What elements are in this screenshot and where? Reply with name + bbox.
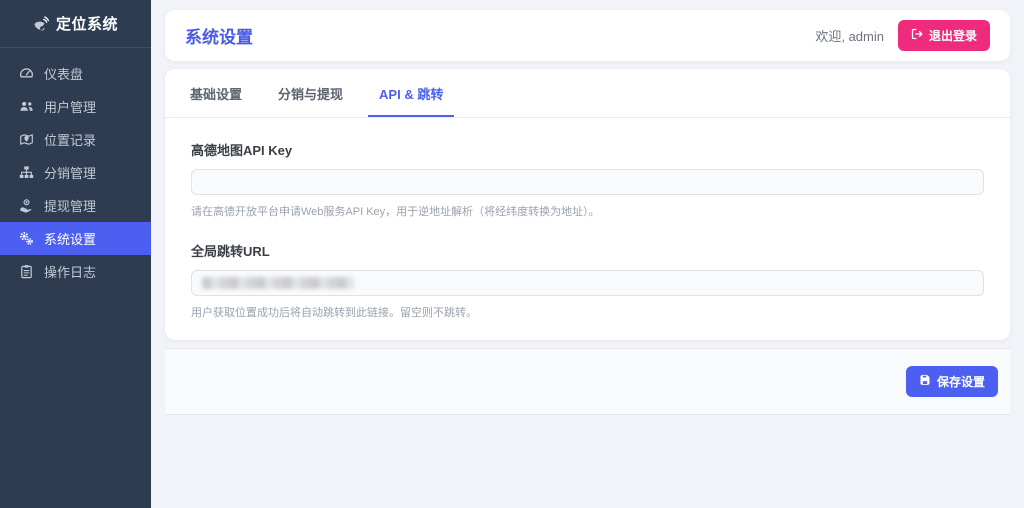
sidebar-item-label: 系统设置 xyxy=(44,229,96,248)
page-title: 系统设置 xyxy=(185,23,253,48)
sidebar-item-distribution[interactable]: 分销管理 xyxy=(0,156,151,189)
settings-tabs: 基础设置 分销与提现 API & 跳转 xyxy=(165,69,1010,118)
withdraw-icon xyxy=(18,198,34,213)
sidebar-item-withdrawals[interactable]: 提现管理 xyxy=(0,189,151,222)
app-logo: 定位系统 xyxy=(0,0,151,48)
logout-button[interactable]: 退出登录 xyxy=(898,20,990,51)
tab-distribution-withdrawal[interactable]: 分销与提现 xyxy=(267,69,354,117)
header-bar: 系统设置 欢迎, admin 退出登录 xyxy=(165,10,1010,61)
settings-form: 高德地图API Key 请在高德开放平台申请Web服务API Key，用于逆地址… xyxy=(165,118,1010,320)
app-title: 定位系统 xyxy=(56,13,118,34)
sidebar-item-dashboard[interactable]: 仪表盘 xyxy=(0,57,151,90)
save-bar: 保存设置 xyxy=(165,348,1010,415)
tab-api-redirect[interactable]: API & 跳转 xyxy=(368,69,454,117)
tab-basic-settings[interactable]: 基础设置 xyxy=(179,69,253,117)
dashboard-icon xyxy=(18,66,34,81)
sidebar-item-label: 提现管理 xyxy=(44,196,96,215)
amap-api-key-label: 高德地图API Key xyxy=(191,140,984,159)
logout-label: 退出登录 xyxy=(929,27,977,44)
global-redirect-url-label: 全局跳转URL xyxy=(191,241,984,260)
save-settings-button[interactable]: 保存设置 xyxy=(906,366,998,397)
sidebar-item-label: 操作日志 xyxy=(44,262,96,281)
sidebar: 定位系统 仪表盘 用户管理 xyxy=(0,0,151,508)
sitemap-icon xyxy=(18,165,34,180)
sidebar-item-label: 分销管理 xyxy=(44,163,96,182)
sidebar-item-label: 位置记录 xyxy=(44,130,96,149)
global-redirect-url-input[interactable] xyxy=(191,270,984,296)
sidebar-item-users[interactable]: 用户管理 xyxy=(0,90,151,123)
global-redirect-url-help: 用户获取位置成功后将自动跳转到此链接。留空则不跳转。 xyxy=(191,304,984,320)
save-settings-label: 保存设置 xyxy=(937,373,985,390)
welcome-text: 欢迎, admin xyxy=(815,26,884,45)
users-icon xyxy=(18,99,34,114)
gears-icon xyxy=(18,231,34,246)
sidebar-item-locations[interactable]: 位置记录 xyxy=(0,123,151,156)
sidebar-item-label: 仪表盘 xyxy=(44,64,83,83)
sidebar-item-label: 用户管理 xyxy=(44,97,96,116)
amap-api-key-input[interactable] xyxy=(191,169,984,195)
log-icon xyxy=(18,264,34,279)
sidebar-item-settings[interactable]: 系统设置 xyxy=(0,222,151,255)
main-area: 系统设置 欢迎, admin 退出登录 基础设置 分销与提现 API & 跳转 xyxy=(151,0,1024,508)
save-icon xyxy=(919,374,931,389)
map-marker-icon xyxy=(18,132,34,147)
sign-out-icon xyxy=(911,28,923,43)
sidebar-nav: 仪表盘 用户管理 位置记录 xyxy=(0,48,151,288)
sidebar-item-logs[interactable]: 操作日志 xyxy=(0,255,151,288)
satellite-dish-icon xyxy=(33,16,49,32)
settings-card: 基础设置 分销与提现 API & 跳转 高德地图API Key 请在高德开放平台… xyxy=(165,69,1010,340)
amap-api-key-help: 请在高德开放平台申请Web服务API Key，用于逆地址解析（将经纬度转换为地址… xyxy=(191,203,984,219)
